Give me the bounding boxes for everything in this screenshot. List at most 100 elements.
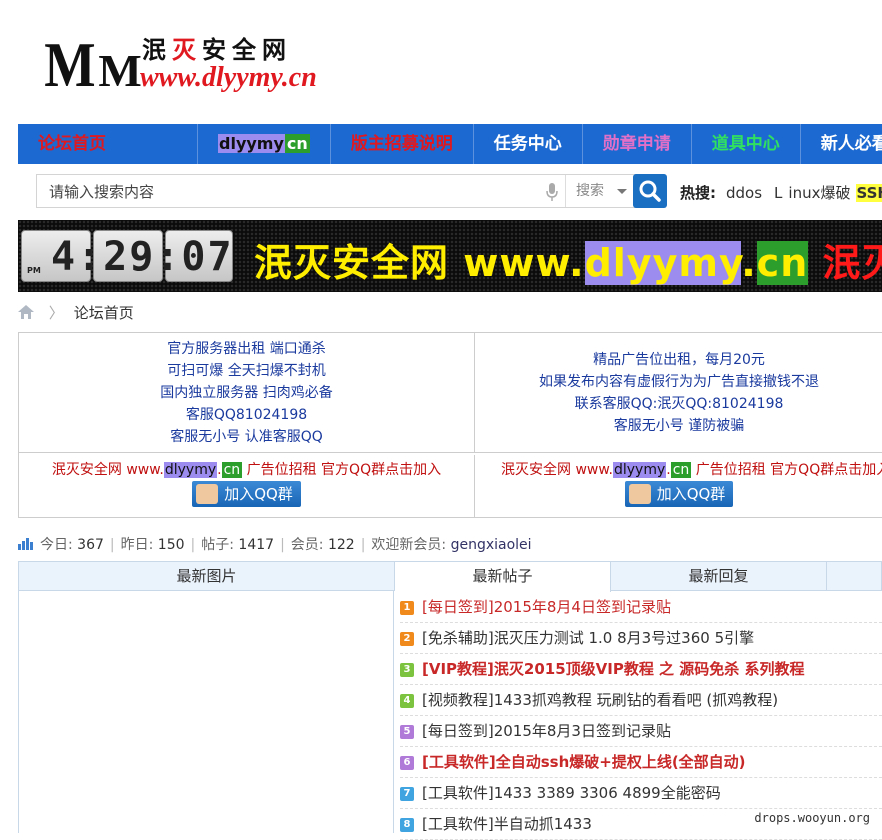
thread-title-link[interactable]: [工具软件]全自动ssh爆破+提权上线(全部自动) — [422, 753, 746, 771]
thread-list: 1 [每日签到]2015年8月4日签到记录贴 2 [免杀辅助]泯灭压力测试 1.0 8… — [400, 592, 882, 840]
nav-domain-name: dlyymy — [218, 134, 285, 153]
ad-line: 国内独立服务器 扫肉鸡必备 — [160, 385, 333, 401]
thread-rank-badge: 8 — [400, 817, 414, 832]
thread-title-link[interactable]: [视频教程]1433抓鸡教程 玩刷钻的看看吧 (抓鸡教程) — [422, 691, 778, 709]
thread-rank-badge: 6 — [400, 755, 414, 770]
bar-chart-icon — [18, 538, 33, 550]
stat-posts: 1417 — [238, 537, 275, 553]
stat-yesterday: 150 — [157, 537, 185, 553]
ad-cell-right[interactable]: 精品广告位出租，每月20元 如果发布内容有虚假行为为广告直接撤钱不退 联系客服Q… — [475, 333, 882, 453]
thread-title-link[interactable]: [VIP教程]泯灭2015顶级VIP教程 之 源码免杀 系列教程 — [422, 660, 805, 678]
banner-www: www. — [449, 241, 585, 285]
ad-recruit-left: 泯灭安全网 www.dlyymy. cn 广告位招租 官方QQ群点击加入 加入QQ… — [19, 455, 475, 517]
forum-stats: 今日: 367 | 昨日: 150 | 帖子: 1417 | 会员: 122 | 欢迎新会员: … — [18, 534, 532, 554]
thread-title-link[interactable]: [每日签到]2015年8月3日签到记录贴 — [422, 722, 671, 740]
breadcrumb-current[interactable]: 论坛首页 — [74, 304, 134, 322]
thread-rank-badge: 1 — [400, 600, 414, 615]
thread-row: 6 [工具软件]全自动ssh爆破+提权上线(全部自动) — [400, 747, 882, 778]
ad-line: 官方服务器出租 端口通杀 — [167, 341, 326, 357]
stat-members: 122 — [327, 537, 355, 553]
thread-title-link[interactable]: [免杀辅助]泯灭压力测试 1.0 8月3号过360 5引擎 — [422, 629, 754, 647]
ad-recruit-text[interactable]: 泯灭安全网 www.dlyymy. cn 广告位招租 官方QQ群点击加入 — [475, 459, 882, 481]
nav-domain-tld: cn — [284, 134, 310, 153]
chevron-right-icon: 〉 — [48, 304, 64, 322]
banner-dot: . — [741, 241, 757, 285]
tab-latest-images[interactable]: 最新图片 — [19, 562, 395, 591]
thread-title-link[interactable]: [工具软件]半自动抓1433 — [422, 815, 592, 833]
tab-latest-posts[interactable]: 最新帖子 — [395, 562, 611, 592]
ad-line: 客服无小号 谨防被骗 — [613, 418, 745, 434]
nav-props-center[interactable]: 道具中心 — [692, 124, 801, 164]
search-button[interactable] — [633, 174, 667, 208]
thread-row: 2 [免杀辅助]泯灭压力测试 1.0 8月3号过360 5引擎 — [400, 623, 882, 654]
latest-images-panel — [18, 590, 394, 833]
thread-rank-badge: 2 — [400, 631, 414, 646]
tab-latest-replies[interactable]: 最新回复 — [611, 562, 827, 591]
new-member-link[interactable]: gengxiaolei — [451, 537, 532, 553]
banner-clock: PM 4:29:07 — [21, 230, 234, 282]
join-qq-group-button[interactable]: 加入QQ群 — [624, 481, 734, 507]
search-icon — [639, 180, 661, 202]
logo-char-2: 灭 — [172, 38, 202, 64]
nav-task-center[interactable]: 任务中心 — [474, 124, 583, 164]
search-input[interactable] — [47, 181, 511, 203]
chevron-down-icon — [617, 189, 627, 194]
hot-search-item[interactable]: ddos — [726, 184, 768, 202]
clock-time: 4:29:07 — [51, 234, 234, 280]
site-logo[interactable]: MM — [40, 28, 142, 102]
nav-newbie-guide[interactable]: 新人必看 — [801, 124, 882, 164]
ad-table: 官方服务器出租 端口通杀 可扫可爆 全天扫爆不封机 国内独立服务器 扫肉鸡必备 … — [18, 332, 882, 518]
join-qq-group-button[interactable]: 加入QQ群 — [192, 481, 301, 507]
ad-line: 客服无小号 认准客服QQ — [170, 429, 323, 445]
ad-cell-left[interactable]: 官方服务器出租 端口通杀 可扫可爆 全天扫爆不封机 国内独立服务器 扫肉鸡必备 … — [19, 333, 475, 453]
banner-site-name-repeat: 泯灭安全网 — [822, 241, 882, 285]
thread-row: 7 [工具软件]1433 3389 3306 4899全能密码 — [400, 778, 882, 809]
hot-search-item[interactable]: L — [774, 184, 782, 202]
thread-title-link[interactable]: [工具软件]1433 3389 3306 4899全能密码 — [422, 784, 721, 802]
logo-letter-small: M — [98, 45, 142, 96]
logo-chinese-name: 泯灭安全网 — [142, 30, 292, 65]
hot-search-label: 热搜: — [680, 184, 716, 202]
qq-group-icon — [196, 484, 219, 504]
qq-group-icon — [628, 484, 651, 504]
thread-title-link[interactable]: [每日签到]2015年8月4日签到记录贴 — [422, 598, 671, 616]
thread-row: 1 [每日签到]2015年8月4日签到记录贴 — [400, 592, 882, 623]
hot-search-list: ddos Linux爆破 SSH — [726, 182, 882, 203]
hot-search-item[interactable]: SSH — [856, 184, 882, 202]
thread-row: 5 [每日签到]2015年8月3日签到记录贴 — [400, 716, 882, 747]
home-icon[interactable] — [18, 305, 34, 319]
clock-pm-label: PM — [27, 266, 41, 275]
banner-domain: dlyymy — [584, 241, 742, 285]
search-row: 搜索 热搜: ddos Linux爆破 SSH — [18, 170, 882, 214]
thread-row: 4 [视频教程]1433抓鸡教程 玩刷钻的看看吧 (抓鸡教程) — [400, 685, 882, 716]
ad-recruit-right: 泯灭安全网 www.dlyymy. cn 广告位招租 官方QQ群点击加入 加入QQ… — [475, 455, 882, 517]
watermark: drops.wooyun.org — [754, 811, 870, 825]
banner-tld: cn — [756, 241, 809, 285]
search-type-label: 搜索 — [576, 183, 604, 199]
ad-line: 客服QQ81024198 — [185, 407, 308, 423]
nav-moderator-recruit[interactable]: 版主招募说明 — [331, 124, 474, 164]
thread-rank-badge: 7 — [400, 786, 414, 801]
ad-recruit-text[interactable]: 泯灭安全网 www.dlyymy. cn 广告位招租 官方QQ群点击加入 — [19, 459, 474, 481]
microphone-icon[interactable] — [545, 182, 559, 202]
logo-char-1: 泯 — [142, 38, 172, 64]
nav-domain-link[interactable]: dlyymy cn — [198, 124, 331, 164]
thread-rank-badge: 3 — [400, 662, 414, 677]
thread-row: 3 [VIP教程]泯灭2015顶级VIP教程 之 源码免杀 系列教程 — [400, 654, 882, 685]
nav-medal-apply[interactable]: 勋章申请 — [583, 124, 692, 164]
logo-letter-big: M — [44, 29, 95, 100]
ad-line: 精品广告位出租，每月20元 — [593, 352, 765, 368]
stat-today: 367 — [77, 537, 104, 553]
hot-search-item[interactable]: inux爆破 — [788, 184, 850, 202]
ad-banner[interactable]: PM 4:29:07 泯灭安全网 www.dlyymy.cn 泯灭安全网 — [18, 220, 882, 292]
nav-forum-home[interactable]: 论坛首页 — [18, 124, 198, 164]
banner-slogan: 泯灭安全网 www.dlyymy.cn 泯灭安全网 — [254, 232, 882, 287]
search-box: 搜索 — [36, 174, 636, 208]
banner-site-name: 泯灭安全网 — [254, 241, 450, 285]
main-navbar: 论坛首页 dlyymy cn 版主招募说明 任务中心 勋章申请 道具中心 新人必看 — [18, 124, 882, 164]
logo-url: www.dlyymy.cn — [140, 62, 317, 93]
content-tabs: 最新图片 最新帖子 最新回复 — [18, 561, 882, 592]
thread-rank-badge: 4 — [400, 693, 414, 708]
thread-rank-badge: 5 — [400, 724, 414, 739]
search-type-select[interactable]: 搜索 — [565, 175, 635, 207]
